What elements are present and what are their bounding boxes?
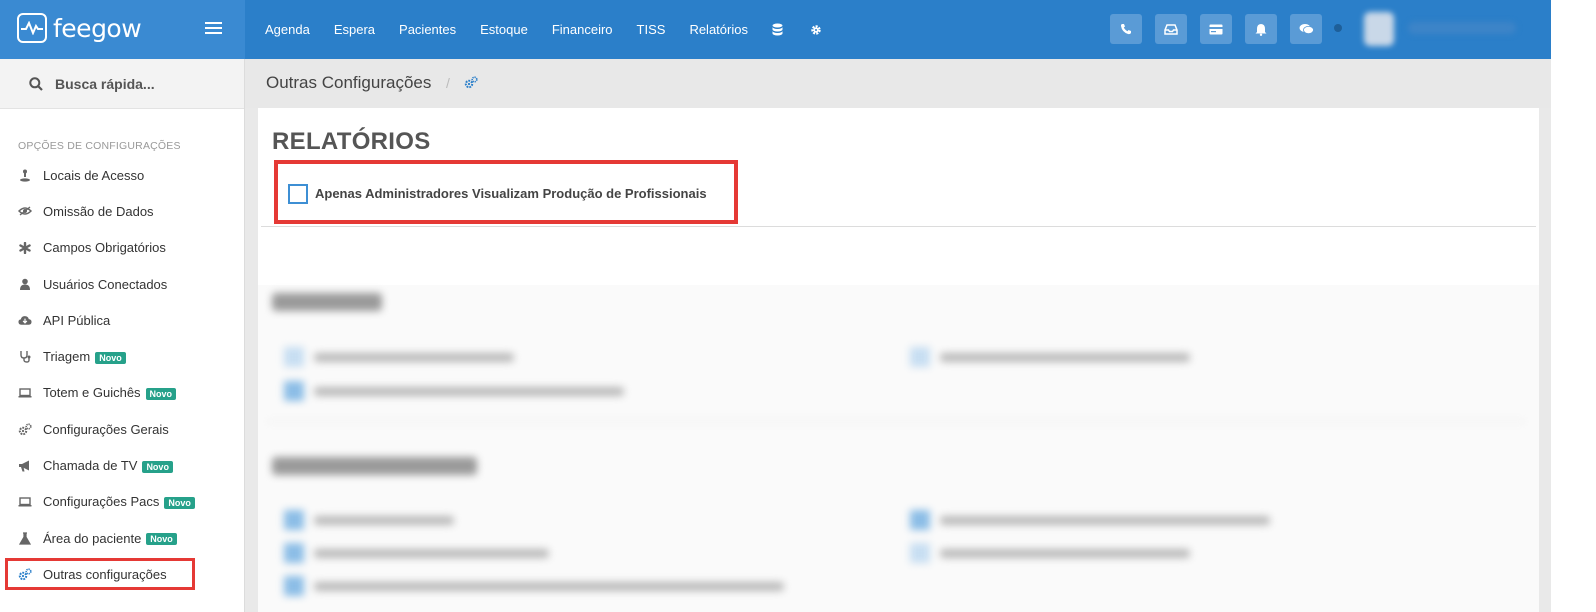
search-icon xyxy=(29,76,43,91)
blurred-option xyxy=(910,510,1270,530)
bell-icon[interactable] xyxy=(1245,14,1277,44)
logo-text: feegow xyxy=(53,13,142,43)
sidebar-item-usuarios-conectados[interactable]: Usuários Conectados xyxy=(0,266,244,302)
stethoscope-icon xyxy=(18,350,32,364)
new-badge: Novo xyxy=(95,351,126,364)
user-icon xyxy=(18,277,32,291)
sidebar-item-area-do-paciente[interactable]: Área do paciente Novo xyxy=(0,520,244,556)
new-badge: Novo xyxy=(164,496,195,509)
sidebar-item-label: Área do paciente xyxy=(43,530,142,546)
relatorios-panel: RELATÓRIOS Apenas Administradores Visual… xyxy=(258,108,1539,288)
highlighted-option: Apenas Administradores Visualizam Produç… xyxy=(274,160,738,224)
eye-slash-icon xyxy=(18,204,32,218)
sidebar-item-label: Chamada de TV xyxy=(43,458,138,474)
page-header: Outras Configurações / xyxy=(245,59,1551,108)
sidebar-item-campos-obrigatorios[interactable]: Campos Obrigatórios xyxy=(0,230,244,266)
bullhorn-icon xyxy=(18,459,32,473)
sidebar-item-label: Locais de Acesso xyxy=(43,167,145,183)
quick-search-label: Busca rápida... xyxy=(55,75,155,92)
blurred-heading xyxy=(272,293,382,311)
laptop-icon xyxy=(18,386,32,400)
blurred-sections xyxy=(258,285,1539,612)
sidebar-heading: OPÇÕES DE CONFIGURAÇÕES xyxy=(18,140,181,152)
blurred-option xyxy=(910,543,1190,563)
gear-icon[interactable] xyxy=(810,23,824,37)
breadcrumb: Outras Configurações xyxy=(266,73,432,92)
sidebar-item-label: Totem e Guichês xyxy=(43,385,141,401)
sidebar-item-label: Campos Obrigatórios xyxy=(43,240,166,256)
sidebar-item-locais-de-acesso[interactable]: Locais de Acesso xyxy=(0,157,244,193)
blurred-option xyxy=(284,347,514,367)
nav-espera[interactable]: Espera xyxy=(334,22,375,37)
sidebar-item-label: API Pública xyxy=(43,312,111,328)
sidebar-item-label: Triagem xyxy=(43,349,91,365)
location-pin-icon xyxy=(18,168,32,182)
blurred-divider xyxy=(266,421,1526,422)
database-icon[interactable] xyxy=(772,23,786,37)
sidebar-item-chamada-de-tv[interactable]: Chamada de TV Novo xyxy=(0,447,244,483)
top-navbar: feegow Agenda Espera Pacientes Estoque F… xyxy=(0,0,1596,59)
admin-only-production-checkbox[interactable] xyxy=(288,184,308,204)
chat-icon[interactable] xyxy=(1290,14,1322,44)
logo[interactable]: feegow xyxy=(17,13,142,43)
sidebar-item-triagem[interactable]: Triagem Novo xyxy=(0,338,244,374)
new-badge: Novo xyxy=(146,533,177,546)
brand-area: feegow xyxy=(0,0,245,59)
quick-search[interactable]: Busca rápida... xyxy=(0,59,244,109)
blurred-option xyxy=(284,510,454,530)
sidebar-item-label: Outras configurações xyxy=(43,566,167,582)
cogs-icon xyxy=(18,567,32,581)
sidebar-menu: Locais de Acesso Omissão de Dados Campos… xyxy=(0,157,244,591)
blurred-option xyxy=(910,347,1190,367)
card-icon[interactable] xyxy=(1200,14,1232,44)
sidebar-item-configuracoes-gerais[interactable]: Configurações Gerais xyxy=(0,411,244,447)
heartbeat-logo-icon xyxy=(17,13,47,43)
avatar[interactable] xyxy=(1364,12,1394,46)
nav-relatorios[interactable]: Relatórios xyxy=(689,22,748,37)
cogs-icon xyxy=(18,422,32,436)
inbox-icon[interactable] xyxy=(1155,14,1187,44)
sidebar-item-outras-configuracoes[interactable]: Outras configurações xyxy=(5,558,195,591)
sidebar-item-totem-e-guiches[interactable]: Totem e Guichês Novo xyxy=(0,375,244,411)
status-dot xyxy=(1334,24,1342,32)
breadcrumb-separator: / xyxy=(446,75,450,91)
blurred-option xyxy=(284,543,549,563)
cogs-icon xyxy=(464,76,478,94)
divider xyxy=(261,226,1536,227)
blurred-heading xyxy=(272,457,477,475)
new-badge: Novo xyxy=(142,460,173,473)
sidebar-item-api-publica[interactable]: API Pública xyxy=(0,302,244,338)
new-badge: Novo xyxy=(145,387,177,400)
sidebar-item-label: Omissão de Dados xyxy=(43,203,154,219)
blurred-option xyxy=(284,381,624,401)
section-title: RELATÓRIOS xyxy=(272,128,431,155)
cloud-download-icon xyxy=(18,313,32,327)
main-nav: Agenda Espera Pacientes Estoque Financei… xyxy=(265,0,824,59)
checkbox-label[interactable]: Apenas Administradores Visualizam Produç… xyxy=(315,186,707,201)
user-name-blurred[interactable] xyxy=(1408,22,1516,34)
nav-pacientes[interactable]: Pacientes xyxy=(399,22,456,37)
blurred-option xyxy=(284,576,784,596)
nav-agenda[interactable]: Agenda xyxy=(265,22,310,37)
sidebar-item-label: Configurações Gerais xyxy=(43,421,169,437)
sidebar-item-label: Usuários Conectados xyxy=(43,276,168,292)
sidebar-item-label: Configurações Pacs xyxy=(43,494,160,510)
sidebar-item-configuracoes-pacs[interactable]: Configurações Pacs Novo xyxy=(0,484,244,520)
asterisk-icon xyxy=(18,241,32,255)
nav-tiss[interactable]: TISS xyxy=(637,22,666,37)
nav-estoque[interactable]: Estoque xyxy=(480,22,528,37)
flask-icon xyxy=(18,531,32,545)
toolbar-actions xyxy=(1110,14,1322,44)
laptop-icon xyxy=(18,495,32,509)
sidebar: Busca rápida... OPÇÕES DE CONFIGURAÇÕES … xyxy=(0,59,245,612)
sidebar-item-omissao-de-dados[interactable]: Omissão de Dados xyxy=(0,193,244,229)
nav-financeiro[interactable]: Financeiro xyxy=(552,22,613,37)
window-edge xyxy=(1551,0,1596,612)
phone-icon[interactable] xyxy=(1110,14,1142,44)
menu-toggle-icon[interactable] xyxy=(205,22,222,36)
